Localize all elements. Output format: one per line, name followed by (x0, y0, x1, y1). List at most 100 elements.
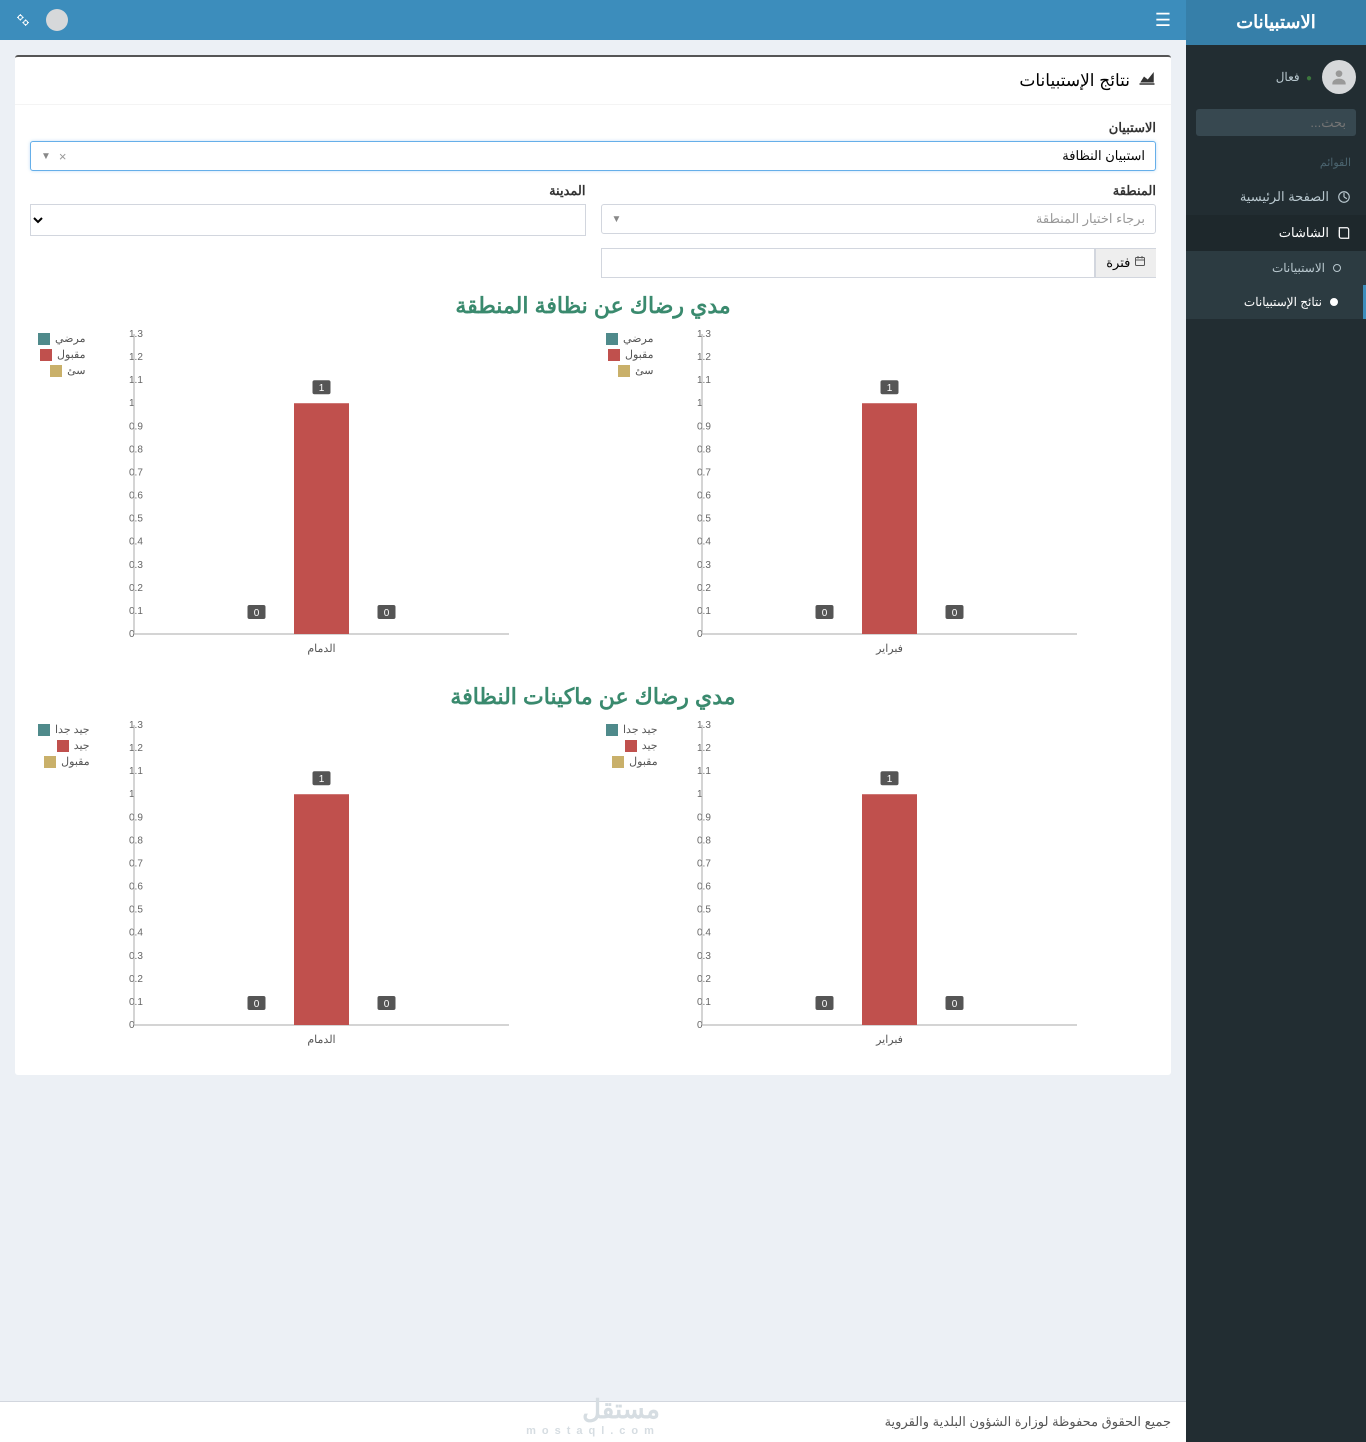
panel-body: الاستبيان استبيان النظافة × ▼ المنطقة بر… (15, 105, 1171, 1075)
section1-title: مدي رضاك عن نظافة المنطقة (30, 293, 1156, 319)
main: ☰ نتائج الإستبيانات الاستبيان (0, 0, 1186, 1442)
svg-text:0.4: 0.4 (697, 928, 711, 939)
legend-swatch-icon (38, 724, 50, 736)
legend-swatch-icon (50, 365, 62, 377)
svg-text:0.7: 0.7 (697, 858, 711, 869)
chart-3-svg: 00.10.20.30.40.50.60.70.80.911.11.21.301… (598, 715, 1156, 1055)
brand-title: الاستبيانات (1186, 0, 1366, 45)
svg-text:0.6: 0.6 (697, 882, 711, 893)
status-dot-icon: ● (1306, 73, 1312, 84)
user-status-text: فعال (1276, 70, 1300, 84)
svg-text:0.2: 0.2 (697, 583, 711, 594)
topbar: ☰ (0, 0, 1186, 40)
svg-text:الدمام: الدمام (307, 1034, 335, 1046)
svg-text:1.2: 1.2 (129, 743, 143, 754)
svg-text:1: 1 (319, 774, 325, 785)
legend-swatch-icon (618, 365, 630, 377)
svg-text:1.1: 1.1 (697, 766, 711, 777)
chart-2-svg: 00.10.20.30.40.50.60.70.80.911.11.21.301… (30, 324, 588, 664)
circle-icon (1333, 264, 1341, 272)
chart-3-legend: جيد جدا جيد مقبول (606, 723, 658, 771)
panel-header: نتائج الإستبيانات (15, 57, 1171, 105)
date-label: فترة (1106, 255, 1130, 270)
content: نتائج الإستبيانات الاستبيان استبيان النظ… (0, 40, 1186, 1401)
sidebar-sub-surveys-label: الاستبيانات (1272, 261, 1325, 275)
svg-text:1.3: 1.3 (129, 329, 143, 340)
svg-text:0.8: 0.8 (129, 835, 143, 846)
date-range-input[interactable]: فترة (601, 248, 1157, 278)
legend-swatch-icon (625, 740, 637, 752)
svg-text:0.4: 0.4 (129, 537, 143, 548)
svg-text:0.8: 0.8 (129, 444, 143, 455)
sidebar: الاستبيانات ● فعال القوائم الصفحة الرئيس… (1186, 0, 1366, 1442)
svg-text:0.8: 0.8 (697, 444, 711, 455)
svg-text:1.1: 1.1 (129, 766, 143, 777)
svg-text:0.3: 0.3 (697, 560, 711, 571)
sidebar-menus-header: القوائم (1186, 146, 1366, 179)
legend-swatch-icon (40, 349, 52, 361)
svg-text:0.5: 0.5 (129, 514, 143, 525)
area-chart-icon (1138, 69, 1156, 92)
chart-2: مرضي مقبول سئ 00.10.20.30.40.50.60.70.80… (30, 324, 588, 669)
chart-4: جيد جدا جيد مقبول 00.10.20.30.40.50.60.7… (30, 715, 588, 1060)
svg-text:0.1: 0.1 (129, 997, 143, 1008)
svg-text:0.5: 0.5 (129, 905, 143, 916)
legend-swatch-icon (606, 724, 618, 736)
sidebar-sub-surveys[interactable]: الاستبيانات (1186, 251, 1366, 285)
legend-swatch-icon (38, 333, 50, 345)
survey-clear-button[interactable]: × (59, 149, 67, 164)
svg-text:0.1: 0.1 (129, 606, 143, 617)
svg-text:0: 0 (384, 999, 390, 1010)
svg-text:0: 0 (822, 608, 828, 619)
region-label: المنطقة (601, 183, 1157, 199)
svg-text:0.1: 0.1 (697, 997, 711, 1008)
svg-text:0: 0 (822, 999, 828, 1010)
survey-select-value: استبيان النظافة (1062, 148, 1145, 164)
footer: جميع الحقوق محفوظة لوزارة الشؤون البلدية… (0, 1401, 1186, 1442)
watermark-sub: mostaql.com (526, 1425, 660, 1437)
footer-text: جميع الحقوق محفوظة لوزارة الشؤون البلدية… (885, 1414, 1171, 1429)
sidebar-item-home-label: الصفحة الرئيسية (1240, 189, 1329, 205)
section2-title: مدي رضاك عن ماكينات النظافة (30, 684, 1156, 710)
sidebar-item-home[interactable]: الصفحة الرئيسية (1186, 179, 1366, 215)
calendar-icon (1130, 255, 1146, 270)
svg-text:0.6: 0.6 (129, 882, 143, 893)
sidebar-user: ● فعال (1186, 45, 1366, 109)
gears-icon[interactable] (15, 12, 31, 28)
chart-1-legend: مرضي مقبول سئ (606, 332, 653, 380)
svg-text:1.1: 1.1 (697, 375, 711, 386)
charts-row-2: جيد جدا جيد مقبول 00.10.20.30.40.50.60.7… (30, 715, 1156, 1060)
sidebar-sub-results[interactable]: نتائج الإستبيانات (1186, 285, 1366, 319)
search-input[interactable] (1196, 109, 1356, 136)
city-select[interactable] (30, 204, 586, 236)
book-icon (1337, 226, 1351, 240)
menu-toggle-button[interactable]: ☰ (1155, 10, 1171, 31)
svg-text:0.8: 0.8 (697, 835, 711, 846)
svg-text:فبراير: فبراير (875, 1034, 903, 1046)
svg-text:0: 0 (254, 608, 260, 619)
svg-text:0.5: 0.5 (697, 514, 711, 525)
region-placeholder: برجاء اختيار المنطقة (1036, 211, 1145, 227)
svg-text:1.3: 1.3 (697, 720, 711, 731)
svg-text:0.9: 0.9 (129, 421, 143, 432)
survey-label: الاستبيان (30, 120, 1156, 136)
chevron-down-icon: ▼ (612, 214, 622, 225)
user-avatar (1322, 60, 1356, 94)
sidebar-item-screens[interactable]: الشاشات (1186, 215, 1366, 251)
svg-text:1.1: 1.1 (129, 375, 143, 386)
svg-text:0.7: 0.7 (697, 467, 711, 478)
region-select[interactable]: برجاء اختيار المنطقة ▼ (601, 204, 1157, 234)
legend-swatch-icon (612, 756, 624, 768)
chart-4-svg: 00.10.20.30.40.50.60.70.80.911.11.21.301… (30, 715, 588, 1055)
legend-swatch-icon (44, 756, 56, 768)
topbar-avatar[interactable] (46, 9, 68, 31)
date-input[interactable] (601, 248, 1096, 278)
watermark-main: مستقل (582, 1394, 660, 1424)
svg-text:1.3: 1.3 (697, 329, 711, 340)
topbar-actions (15, 9, 68, 31)
svg-text:0.3: 0.3 (129, 951, 143, 962)
svg-text:0: 0 (384, 608, 390, 619)
svg-text:1.2: 1.2 (697, 352, 711, 363)
sidebar-item-screens-label: الشاشات (1279, 225, 1329, 241)
survey-select[interactable]: استبيان النظافة × ▼ (30, 141, 1156, 171)
